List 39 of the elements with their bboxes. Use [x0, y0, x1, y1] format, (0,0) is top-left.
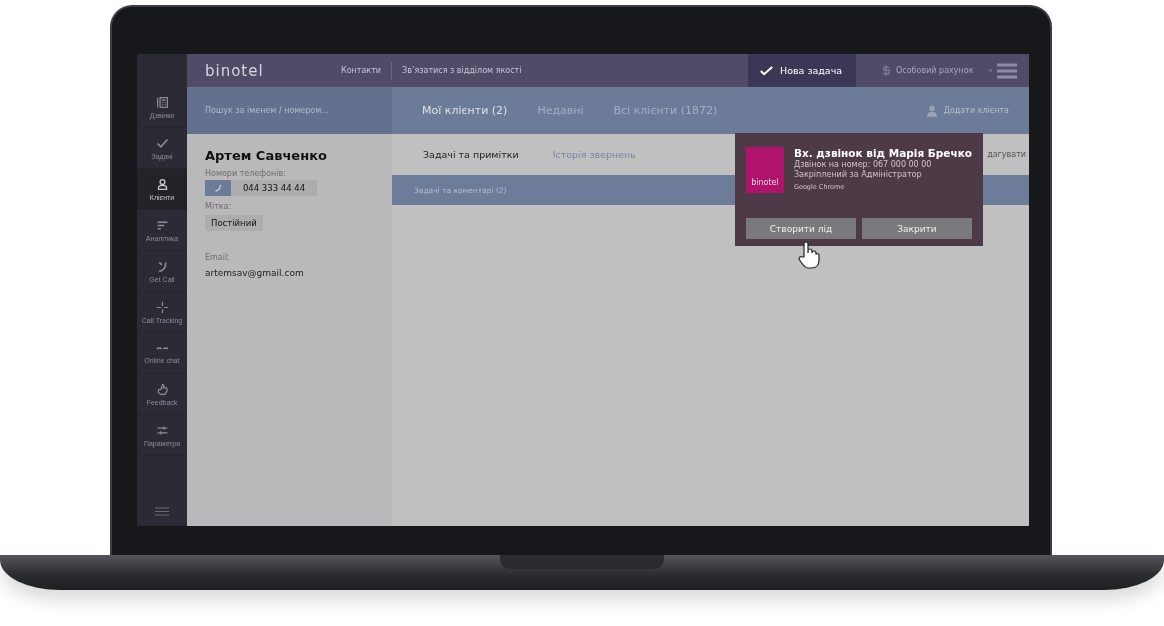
checkmark-icon	[155, 136, 169, 150]
thumb-icon	[155, 382, 169, 396]
search-field[interactable]: Пошук за іменем / номером...	[187, 87, 392, 134]
client-tab[interactable]: Мої клієнти (2)	[422, 104, 508, 117]
tag: Постійний	[205, 215, 263, 231]
chat-icon	[155, 346, 169, 350]
menu-icon[interactable]	[155, 507, 169, 516]
crosshair-icon	[155, 300, 169, 314]
notification-button[interactable]: Створити лід	[746, 218, 856, 239]
app-logo: binotel	[746, 147, 784, 193]
detail-tab[interactable]: Задачі та примітки	[423, 149, 519, 160]
person-icon	[926, 104, 937, 117]
add-client-button[interactable]: Додати клієнта	[926, 104, 1029, 117]
notification-title: Вх. дзвінок від Марія Бречко	[793, 147, 972, 159]
notification-button[interactable]: Закрити	[862, 218, 972, 239]
menu-icon[interactable]	[997, 62, 1017, 79]
person-icon	[155, 177, 169, 191]
edit-link[interactable]: дагувати	[987, 150, 1026, 159]
phone-icon	[214, 184, 222, 192]
phone-number: 044 333 44 44	[231, 180, 317, 196]
field-label: Email:	[205, 253, 231, 262]
field-label: Мітка:	[205, 202, 233, 211]
logo: binotel	[205, 62, 264, 80]
client-name: Артем Савченко	[205, 148, 328, 163]
notification-text: Закріплений за Адміністратор	[793, 170, 923, 179]
email-value: artemsav@gmail.com	[205, 268, 305, 278]
calculator-icon	[155, 95, 169, 109]
hand-cursor-icon	[798, 241, 820, 269]
call-button[interactable]	[205, 180, 231, 196]
field-label: Номери телефонів:	[205, 169, 287, 178]
new-task-button[interactable]: Нова задача	[748, 54, 856, 87]
nav-link[interactable]: Контакти	[341, 66, 382, 75]
caret-icon	[988, 68, 993, 73]
account-link[interactable]: Особовий рахунок	[896, 66, 974, 75]
dollar-icon	[882, 65, 890, 76]
notification-text: Дзвінок на номер: 067 000 00 00	[793, 160, 932, 169]
nav-link[interactable]: Зв’язатися з відділом якості	[402, 66, 522, 75]
checkmark-icon	[760, 65, 773, 76]
sliders-icon	[155, 423, 169, 437]
